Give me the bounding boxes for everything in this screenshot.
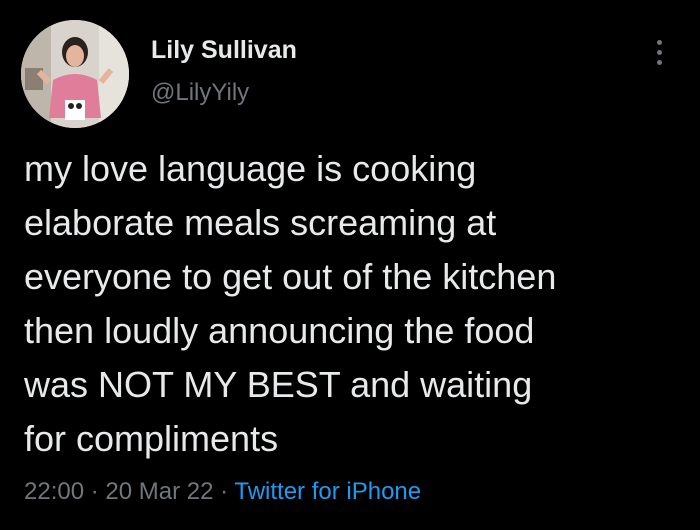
tweet-source-link[interactable]: Twitter for iPhone bbox=[234, 478, 421, 505]
avatar[interactable] bbox=[21, 20, 129, 128]
more-options-icon[interactable] bbox=[650, 38, 670, 68]
meta-separator: · bbox=[90, 478, 99, 505]
tweet-line: was NOT MY BEST and waiting bbox=[24, 364, 533, 405]
tweet-line: for compliments bbox=[24, 418, 279, 459]
tweet-time[interactable]: 22:00 bbox=[24, 478, 84, 505]
tweet-line: then loudly announcing the food bbox=[24, 310, 535, 351]
user-handle[interactable]: @LilyYily bbox=[151, 79, 249, 107]
meta-separator: · bbox=[220, 478, 229, 505]
tweet-line: my love language is cooking bbox=[24, 148, 477, 189]
avatar-photo bbox=[21, 20, 129, 128]
tweet-date[interactable]: 20 Mar 22 bbox=[105, 478, 213, 505]
tweet-line: elaborate meals screaming at bbox=[24, 202, 497, 243]
tweet-text: my love language is cooking elaborate me… bbox=[24, 142, 694, 466]
tweet-line: everyone to get out of the kitchen bbox=[24, 256, 557, 297]
tweet-metadata: 22:00 · 20 Mar 22 · Twitter for iPhone bbox=[24, 478, 421, 506]
display-name[interactable]: Lily Sullivan bbox=[151, 36, 297, 65]
